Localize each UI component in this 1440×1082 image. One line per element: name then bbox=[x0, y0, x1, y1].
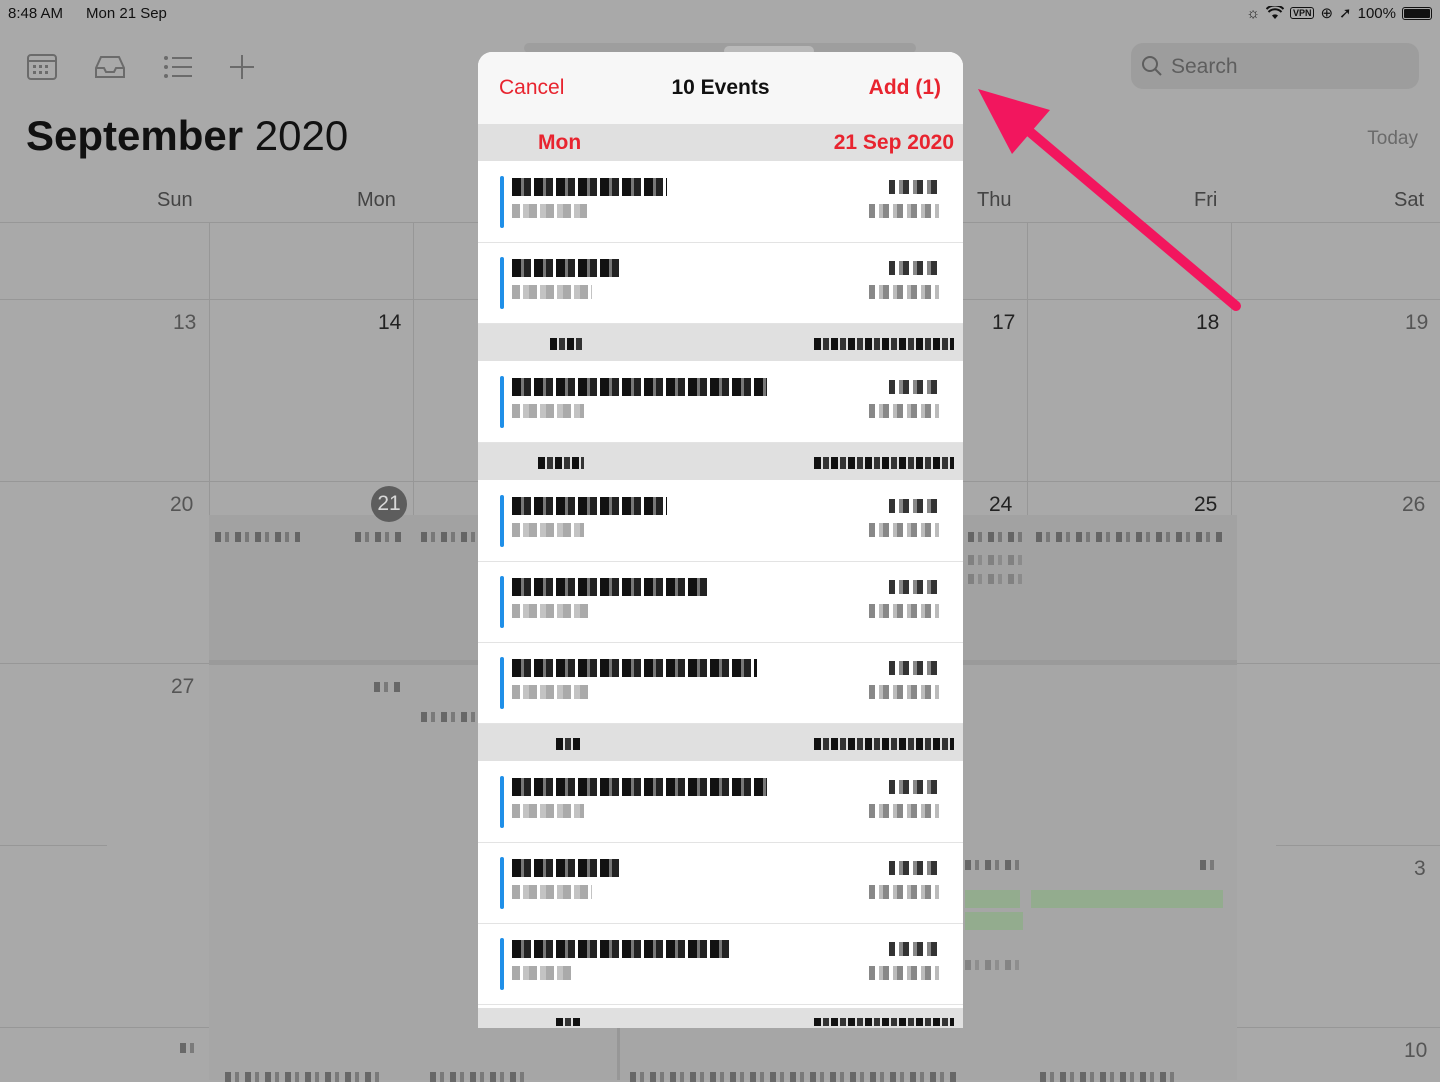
annotation-arrow-icon bbox=[978, 89, 1241, 311]
